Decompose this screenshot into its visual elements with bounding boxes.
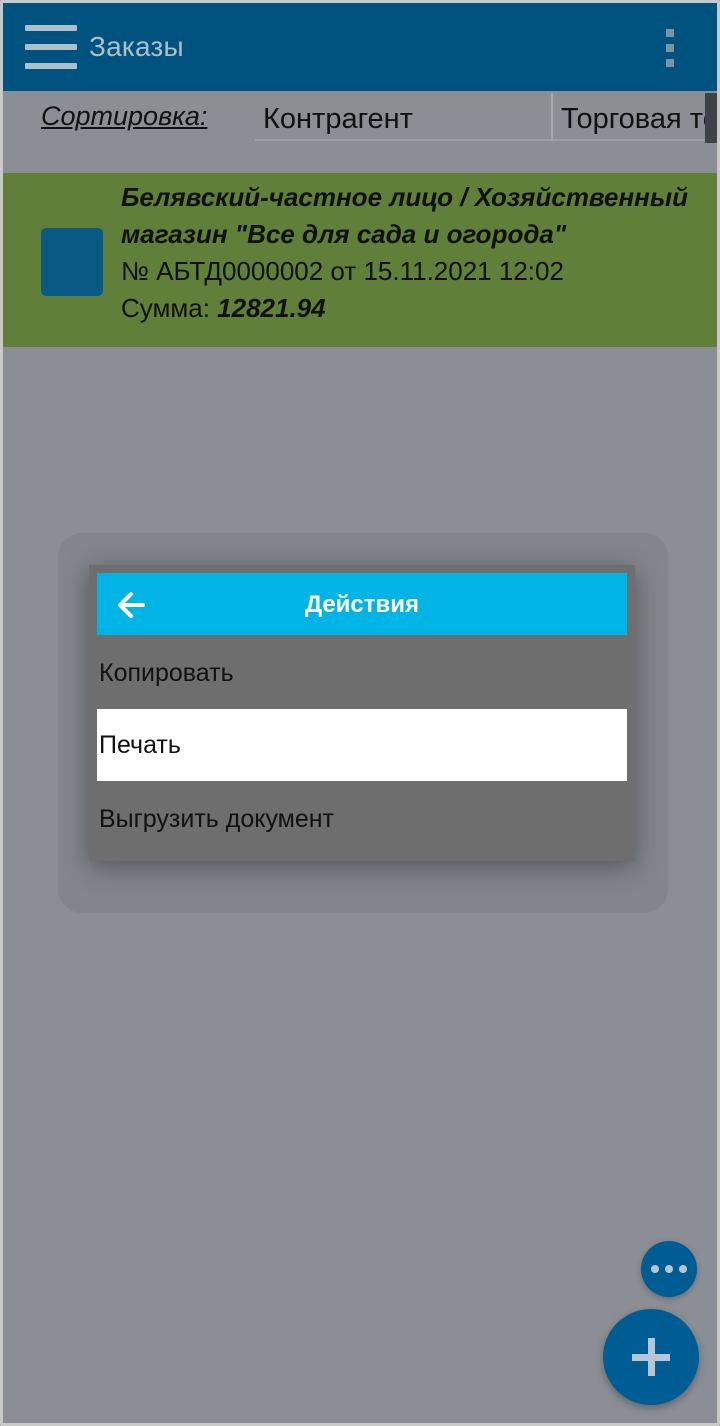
menu-item-print[interactable]: Печать [97,709,627,781]
sort-column-outlet[interactable]: Торговая то [551,93,717,141]
actions-dialog: Действия Копировать Печать Выгрузить док… [89,565,635,861]
sort-column-counterparty[interactable]: Контрагент [255,93,551,141]
app-bar: Заказы [3,3,717,91]
order-sum-value: 12821.94 [217,293,326,323]
add-order-button[interactable] [603,1309,699,1405]
hamburger-icon[interactable] [25,25,77,69]
order-status-marker [41,228,103,296]
order-number: № АБТД0000002 от 15.11.2021 12:02 [121,256,564,286]
dialog-header: Действия [97,573,627,635]
menu-item-export-document[interactable]: Выгрузить документ [97,783,627,855]
sort-label: Сортировка: [41,101,208,131]
kebab-menu-icon[interactable] [663,29,675,69]
order-sum-label: Сумма: [121,293,218,323]
order-customer-line2: магазин "Все для сада и огорода" [121,219,567,249]
screen: Заказы Сортировка: Контрагент Торговая т… [0,0,720,1426]
more-horizontal-icon[interactable] [641,1241,697,1297]
order-details: Белявский-частное лицо / Хозяйственный м… [121,179,711,327]
arrow-left-icon[interactable] [117,591,145,619]
dialog-title: Действия [304,591,420,618]
sort-scrollbar[interactable] [705,93,717,143]
order-customer-line1: Белявский-частное лицо / Хозяйственный [121,182,688,212]
order-list-item[interactable]: Белявский-частное лицо / Хозяйственный м… [3,173,717,347]
menu-item-copy[interactable]: Копировать [97,637,627,709]
page-title: Заказы [89,31,184,62]
sort-bar: Сортировка: Контрагент Торговая то [3,91,717,147]
order-sum: Сумма: 12821.94 [121,290,711,327]
